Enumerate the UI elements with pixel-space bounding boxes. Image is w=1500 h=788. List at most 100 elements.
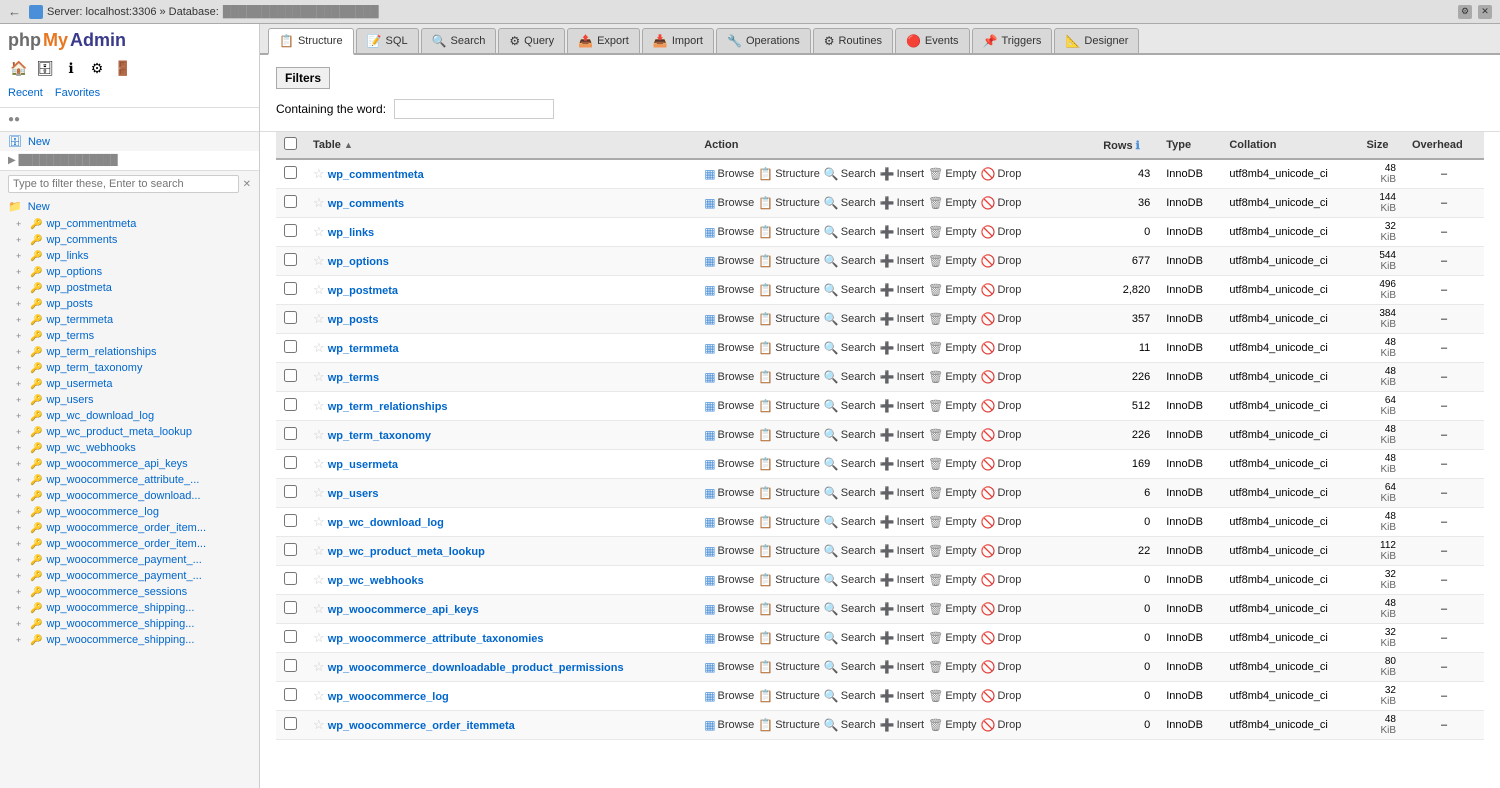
row-checkbox[interactable] <box>284 166 297 179</box>
tab-export[interactable]: 📤Export <box>567 28 640 53</box>
drop-link[interactable]: 🚫Drop <box>981 312 1022 326</box>
search-link[interactable]: 🔍Search <box>824 283 876 297</box>
browse-link[interactable]: ▦Browse <box>704 370 754 384</box>
row-checkbox[interactable] <box>284 601 297 614</box>
search-link[interactable]: 🔍Search <box>824 602 876 616</box>
search-link[interactable]: 🔍Search <box>824 254 876 268</box>
table-name-link[interactable]: wp_posts <box>328 314 379 326</box>
insert-link[interactable]: ➕Insert <box>880 341 924 355</box>
empty-link[interactable]: 🗑Empty <box>928 515 976 529</box>
empty-link[interactable]: 🗑Empty <box>928 457 976 471</box>
row-checkbox[interactable] <box>284 659 297 672</box>
insert-link[interactable]: ➕Insert <box>880 457 924 471</box>
insert-link[interactable]: ➕Insert <box>880 660 924 674</box>
drop-link[interactable]: 🚫Drop <box>981 718 1022 732</box>
empty-link[interactable]: 🗑Empty <box>928 660 976 674</box>
sidebar-item[interactable]: +🔑wp_woocommerce_shipping... <box>0 616 259 632</box>
empty-link[interactable]: 🗑Empty <box>928 486 976 500</box>
browse-link[interactable]: ▦Browse <box>704 602 754 616</box>
sidebar-item[interactable]: +🔑wp_postmeta <box>0 280 259 296</box>
tab-search[interactable]: 🔍Search <box>421 28 497 53</box>
structure-link[interactable]: 📋Structure <box>758 312 820 326</box>
table-name-link[interactable]: wp_woocommerce_order_itemmeta <box>328 720 515 732</box>
browse-link[interactable]: ▦Browse <box>704 167 754 181</box>
sidebar-item[interactable]: +🔑wp_commentmeta <box>0 216 259 232</box>
favorite-star[interactable]: ☆ <box>313 514 325 529</box>
insert-link[interactable]: ➕Insert <box>880 631 924 645</box>
browse-link[interactable]: ▦Browse <box>704 631 754 645</box>
drop-link[interactable]: 🚫Drop <box>981 689 1022 703</box>
structure-link[interactable]: 📋Structure <box>758 573 820 587</box>
favorite-star[interactable]: ☆ <box>313 659 325 674</box>
rows-info-icon[interactable]: ℹ <box>1136 140 1140 152</box>
search-link[interactable]: 🔍Search <box>824 341 876 355</box>
favorite-star[interactable]: ☆ <box>313 369 325 384</box>
empty-link[interactable]: 🗑Empty <box>928 631 976 645</box>
structure-link[interactable]: 📋Structure <box>758 486 820 500</box>
browse-link[interactable]: ▦Browse <box>704 254 754 268</box>
row-checkbox[interactable] <box>284 398 297 411</box>
search-link[interactable]: 🔍Search <box>824 312 876 326</box>
favorite-star[interactable]: ☆ <box>313 311 325 326</box>
favorite-star[interactable]: ☆ <box>313 340 325 355</box>
browse-link[interactable]: ▦Browse <box>704 486 754 500</box>
browse-link[interactable]: ▦Browse <box>704 718 754 732</box>
insert-link[interactable]: ➕Insert <box>880 399 924 413</box>
favorite-star[interactable]: ☆ <box>313 253 325 268</box>
insert-link[interactable]: ➕Insert <box>880 544 924 558</box>
browse-link[interactable]: ▦Browse <box>704 428 754 442</box>
table-name-link[interactable]: wp_term_taxonomy <box>328 430 431 442</box>
empty-link[interactable]: 🗑Empty <box>928 341 976 355</box>
server-icon[interactable]: 🗄 <box>34 57 56 79</box>
table-name-link[interactable]: wp_woocommerce_api_keys <box>328 604 479 616</box>
tab-import[interactable]: 📥Import <box>642 28 714 53</box>
structure-link[interactable]: 📋Structure <box>758 370 820 384</box>
empty-link[interactable]: 🗑Empty <box>928 689 976 703</box>
search-link[interactable]: 🔍Search <box>824 457 876 471</box>
tab-designer[interactable]: 📐Designer <box>1054 28 1139 53</box>
sidebar-new-button[interactable]: 🗄 New <box>0 132 259 151</box>
insert-link[interactable]: ➕Insert <box>880 689 924 703</box>
table-name-link[interactable]: wp_comments <box>328 198 404 210</box>
empty-link[interactable]: 🗑Empty <box>928 283 976 297</box>
browse-link[interactable]: ▦Browse <box>704 312 754 326</box>
recent-link[interactable]: Recent <box>8 87 43 99</box>
row-checkbox[interactable] <box>284 311 297 324</box>
favorite-star[interactable]: ☆ <box>313 427 325 442</box>
sidebar-item[interactable]: +🔑wp_woocommerce_order_item... <box>0 520 259 536</box>
drop-link[interactable]: 🚫Drop <box>981 486 1022 500</box>
empty-link[interactable]: 🗑Empty <box>928 254 976 268</box>
search-link[interactable]: 🔍Search <box>824 486 876 500</box>
favorite-star[interactable]: ☆ <box>313 717 325 732</box>
favorite-star[interactable]: ☆ <box>313 572 325 587</box>
sidebar-item[interactable]: +🔑wp_posts <box>0 296 259 312</box>
sidebar-item[interactable]: +🔑wp_wc_webhooks <box>0 440 259 456</box>
insert-link[interactable]: ➕Insert <box>880 515 924 529</box>
insert-link[interactable]: ➕Insert <box>880 254 924 268</box>
browse-link[interactable]: ▦Browse <box>704 689 754 703</box>
search-link[interactable]: 🔍Search <box>824 196 876 210</box>
row-checkbox[interactable] <box>284 195 297 208</box>
browse-link[interactable]: ▦Browse <box>704 341 754 355</box>
sidebar-item[interactable]: +🔑wp_woocommerce_shipping... <box>0 632 259 648</box>
favorite-star[interactable]: ☆ <box>313 224 325 239</box>
info-icon[interactable]: ℹ <box>60 57 82 79</box>
table-name-link[interactable]: wp_links <box>328 227 374 239</box>
favorite-star[interactable]: ☆ <box>313 543 325 558</box>
table-name-link[interactable]: wp_users <box>328 488 379 500</box>
structure-link[interactable]: 📋Structure <box>758 167 820 181</box>
structure-link[interactable]: 📋Structure <box>758 283 820 297</box>
sidebar-item[interactable]: +🔑wp_options <box>0 264 259 280</box>
drop-link[interactable]: 🚫Drop <box>981 167 1022 181</box>
tab-structure[interactable]: 📋Structure <box>268 28 354 55</box>
search-link[interactable]: 🔍Search <box>824 428 876 442</box>
row-checkbox[interactable] <box>284 630 297 643</box>
tab-routines[interactable]: ⚙Routines <box>813 28 893 53</box>
insert-link[interactable]: ➕Insert <box>880 225 924 239</box>
structure-link[interactable]: 📋Structure <box>758 254 820 268</box>
empty-link[interactable]: 🗑Empty <box>928 312 976 326</box>
table-name-link[interactable]: wp_woocommerce_log <box>328 691 449 703</box>
favorite-star[interactable]: ☆ <box>313 195 325 210</box>
structure-link[interactable]: 📋Structure <box>758 544 820 558</box>
search-link[interactable]: 🔍Search <box>824 573 876 587</box>
